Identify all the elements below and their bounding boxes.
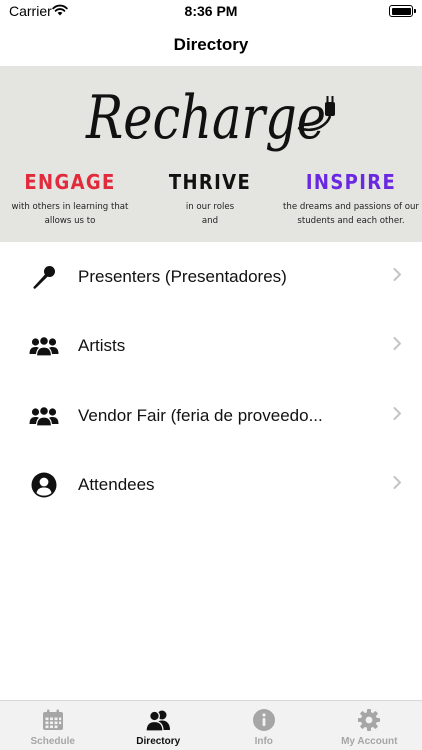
tab-label: Directory [136, 736, 181, 747]
tab-info[interactable]: Info [211, 701, 317, 750]
chevron-right-icon [393, 267, 402, 286]
event-banner: Recharge ENGAGE with others in learning … [0, 66, 422, 242]
chevron-right-icon [393, 476, 402, 495]
pillar-title: ENGAGE [24, 170, 116, 194]
directory-item-label: Vendor Fair (feria de proveedo... [78, 405, 323, 425]
pillar-desc-line: students and each other. [297, 216, 405, 226]
info-icon [251, 707, 277, 733]
status-time: 8:36 PM [184, 3, 238, 19]
pillar-desc-line: and [201, 216, 219, 226]
chevron-right-icon [393, 337, 402, 356]
directory-item-attendees[interactable]: Attendees [0, 451, 422, 521]
directory-list: Presenters (Presentadores) Artists Vendo… [0, 242, 422, 520]
tab-label: Info [254, 736, 273, 747]
microphone-icon [28, 261, 60, 293]
pillar-title: THRIVE [168, 170, 252, 194]
directory-item-presenters[interactable]: Presenters (Presentadores) [0, 242, 422, 312]
directory-item-artists[interactable]: Artists [0, 312, 422, 382]
pillar-desc-line: allows us to [44, 216, 96, 226]
tab-directory[interactable]: Directory [106, 701, 212, 750]
tab-label: Schedule [30, 736, 75, 747]
pillar-engage: ENGAGE with others in learning that allo… [0, 170, 140, 228]
pillar-desc-line: in our roles [185, 202, 235, 212]
battery-icon [389, 5, 416, 17]
chevron-right-icon [393, 406, 402, 425]
pillar-description: in our roles and [145, 200, 275, 228]
person-circle-icon [28, 469, 60, 501]
tab-bar: Schedule Directory Info My Account [0, 700, 422, 750]
plug-icon [325, 96, 335, 116]
directory-item-vendor-fair[interactable]: Vendor Fair (feria de proveedo... [0, 381, 422, 451]
directory-item-label: Attendees [78, 475, 155, 495]
group-icon [28, 330, 60, 362]
tab-my-account[interactable]: My Account [317, 701, 422, 750]
pillar-desc-line: the dreams and passions of our [283, 202, 419, 212]
pillar-title: INSPIRE [305, 170, 397, 194]
status-bar: Carrier 8:36 PM [0, 0, 422, 24]
pillar-description: the dreams and passions of our students … [280, 200, 422, 228]
people-icon [145, 707, 171, 733]
calendar-icon [40, 707, 66, 733]
directory-item-label: Artists [78, 336, 126, 356]
tab-label: My Account [341, 736, 398, 747]
group-icon [28, 400, 60, 432]
pillar-inspire: INSPIRE the dreams and passions of our s… [280, 170, 422, 228]
pillar-thrive: THRIVE in our roles and [145, 170, 275, 228]
page-title: Directory [173, 35, 249, 54]
svg-text:Recharge: Recharge [85, 83, 326, 153]
pillar-desc-line: with others in learning that [11, 202, 129, 212]
pillar-description: with others in learning that allows us t… [0, 200, 140, 228]
brand-logo: Recharge [78, 76, 348, 162]
navigation-bar: Directory [0, 24, 422, 66]
tab-schedule[interactable]: Schedule [0, 701, 106, 750]
directory-item-label: Presenters (Presentadores) [78, 266, 287, 286]
gear-icon [356, 707, 382, 733]
